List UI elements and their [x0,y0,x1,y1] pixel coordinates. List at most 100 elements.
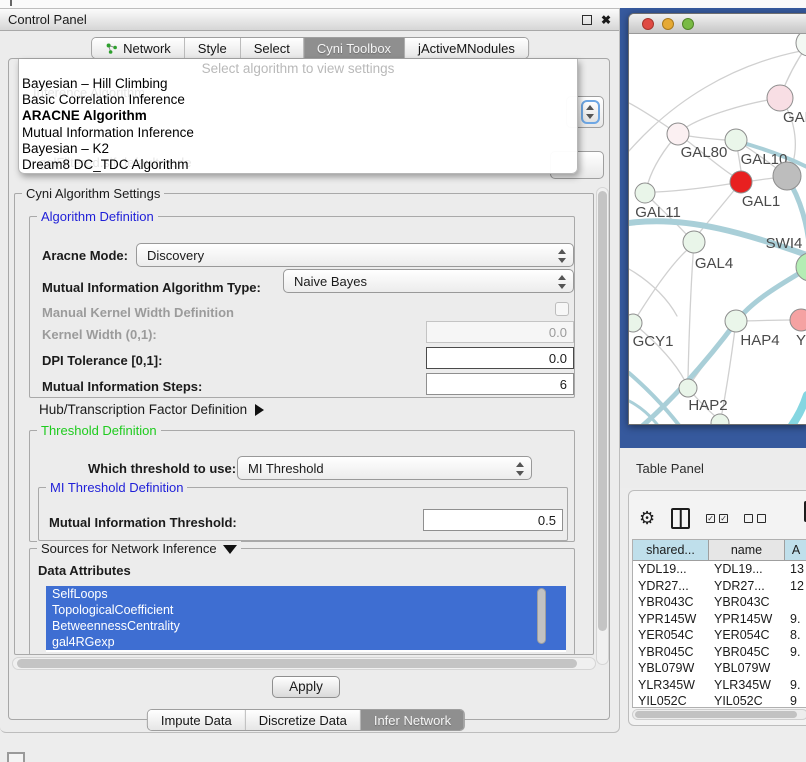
dpi-tolerance-field[interactable]: 0.0 [426,347,574,369]
gear-icon[interactable]: ⚙ [639,509,655,527]
columns-icon[interactable] [671,508,690,529]
mi-threshold-field[interactable]: 0.5 [423,509,563,531]
network-node[interactable] [635,183,655,203]
bottom-tab[interactable]: Impute Data [148,710,246,730]
column-header-partial[interactable]: A [785,540,806,560]
scrollbar-thumb[interactable] [598,191,607,631]
attribute-name: gal4RGexp [52,635,115,649]
cell-name: YIL052C [709,693,785,708]
network-node[interactable] [725,310,747,332]
dropdown-item[interactable]: ARACNE Algorithm [19,108,577,124]
tab-label: Discretize Data [259,713,347,728]
network-edge [656,182,741,192]
zoom-traffic-light[interactable] [682,18,694,30]
settings-vertical-scrollbar[interactable] [596,187,609,665]
table-row[interactable]: YBR045C YBR045C 9. [633,644,806,661]
network-node[interactable] [725,129,747,151]
settings-horizontal-scrollbar[interactable] [12,657,596,670]
attribute-list-item[interactable]: gal4RGexp [46,634,566,650]
cell-shared-name: YDL19... [633,561,709,578]
dropdown-placeholder: Select algorithm to view settings [19,59,577,76]
hub-definition-toggle[interactable]: Hub/Transcription Factor Definition [39,402,264,417]
which-threshold-combobox[interactable]: MI Threshold [237,456,532,480]
collapsed-arrow-icon [255,404,264,416]
control-panel-tab[interactable]: Cyni Toolbox [304,38,405,58]
table-row[interactable]: YER054C YER054C 8. [633,627,806,644]
control-panel-tab[interactable]: Select [241,38,304,58]
table-row[interactable]: YPR145W YPR145W 9. [633,611,806,628]
combobox-spinner-icon [558,248,566,264]
network-node-label: Y [796,332,806,349]
table-row[interactable]: YLR345W YLR345W 9. [633,677,806,694]
table-row[interactable]: YDL19... YDL19... 13 [633,561,806,578]
dropdown-item[interactable]: Dream8 DC_TDC Algorithm [19,157,577,173]
network-node[interactable] [683,231,705,253]
bottom-tab[interactable]: Discretize Data [246,710,361,730]
network-node[interactable] [767,85,793,111]
cell-value [785,594,806,611]
control-panel-tab[interactable]: Style [185,38,241,58]
cell-shared-name: YBR043C [633,594,709,611]
table-row[interactable]: YIL052C YIL052C 9 [633,693,806,708]
close-traffic-light[interactable] [642,18,654,30]
select-all-columns-icon[interactable]: ✓✓ [706,514,728,523]
attribute-list-item[interactable]: BetweennessCentrality [46,618,566,634]
tab-label: Infer Network [374,713,451,728]
table-row[interactable]: YBR043C YBR043C [633,594,806,611]
control-panel-tab[interactable]: Network [92,38,185,58]
control-panel-tab[interactable]: jActiveMNodules [405,38,528,58]
data-attributes-list: SelfLoops TopologicalCoefficient Between… [46,586,566,652]
network-window-titlebar [629,14,806,34]
cell-shared-name: YLR345W [633,677,709,694]
node-table: shared... name A YDL19... YDL19... 13 YD… [632,539,806,708]
minimize-traffic-light[interactable] [662,18,674,30]
cell-shared-name: YER054C [633,627,709,644]
network-node-label: GAL80 [681,144,728,161]
network-node[interactable] [796,34,806,56]
dropdown-item[interactable]: Bayesian – K2 [19,141,577,157]
network-node[interactable] [667,123,689,145]
aracne-mode-combobox[interactable]: Discovery [136,243,574,267]
cell-value: 9 [785,693,806,708]
close-icon[interactable]: ✖ [601,15,611,25]
network-node[interactable] [773,162,801,190]
attribute-list-item[interactable]: TopologicalCoefficient [46,602,566,618]
network-canvas[interactable]: GAL7GAL80GAL10GAL1GAL11SWI4GAL4GCY1HAP4Y… [629,34,806,425]
attribute-list-item[interactable]: SelfLoops [46,586,566,602]
dropdown-item[interactable]: Bayesian – Hill Climbing [19,76,577,92]
apply-button[interactable]: Apply [272,676,340,698]
tab-label: Impute Data [161,713,232,728]
scrollbar-thumb[interactable] [17,659,577,668]
table-horizontal-scrollbar[interactable] [632,709,806,720]
network-icon [105,42,118,55]
scrollbar-thumb[interactable] [635,711,797,718]
collapsed-panel-chip[interactable] [7,752,25,762]
network-node-label: GAL4 [695,255,733,272]
cell-shared-name: YPR145W [633,611,709,628]
mi-steps-field[interactable]: 6 [426,373,574,395]
combobox-arrow-button[interactable] [581,100,600,124]
network-node-label: HAP2 [688,397,727,414]
bottom-tab[interactable]: Infer Network [361,710,464,730]
float-window-icon[interactable] [582,15,592,25]
dropdown-item[interactable]: Mutual Information Inference [19,125,577,141]
cell-name: YBR045C [709,644,785,661]
network-node[interactable] [790,309,806,331]
deselect-all-columns-icon[interactable] [744,514,766,523]
tab-label: Cyni Toolbox [317,41,391,56]
network-edge [769,395,806,425]
control-panel-window: Control Panel ✖ Network [0,8,620,733]
dropdown-item[interactable]: Basic Correlation Inference [19,92,577,108]
manual-kernel-width-checkbox[interactable] [555,302,569,316]
column-header-shared-name[interactable]: shared... [633,540,709,560]
kernel-width-field[interactable]: 0.0 [426,321,574,343]
table-row[interactable]: YDR27... YDR27... 12 [633,578,806,595]
mi-algorithm-type-combobox[interactable]: Naive Bayes [283,269,574,293]
column-header-name[interactable]: name [709,540,785,560]
table-row[interactable]: YBL079W YBL079W [633,660,806,677]
network-node[interactable] [730,171,752,193]
network-node[interactable] [629,314,642,332]
network-edge [633,251,686,323]
attribute-list-scrollbar[interactable] [537,588,546,644]
network-node[interactable] [679,379,697,397]
